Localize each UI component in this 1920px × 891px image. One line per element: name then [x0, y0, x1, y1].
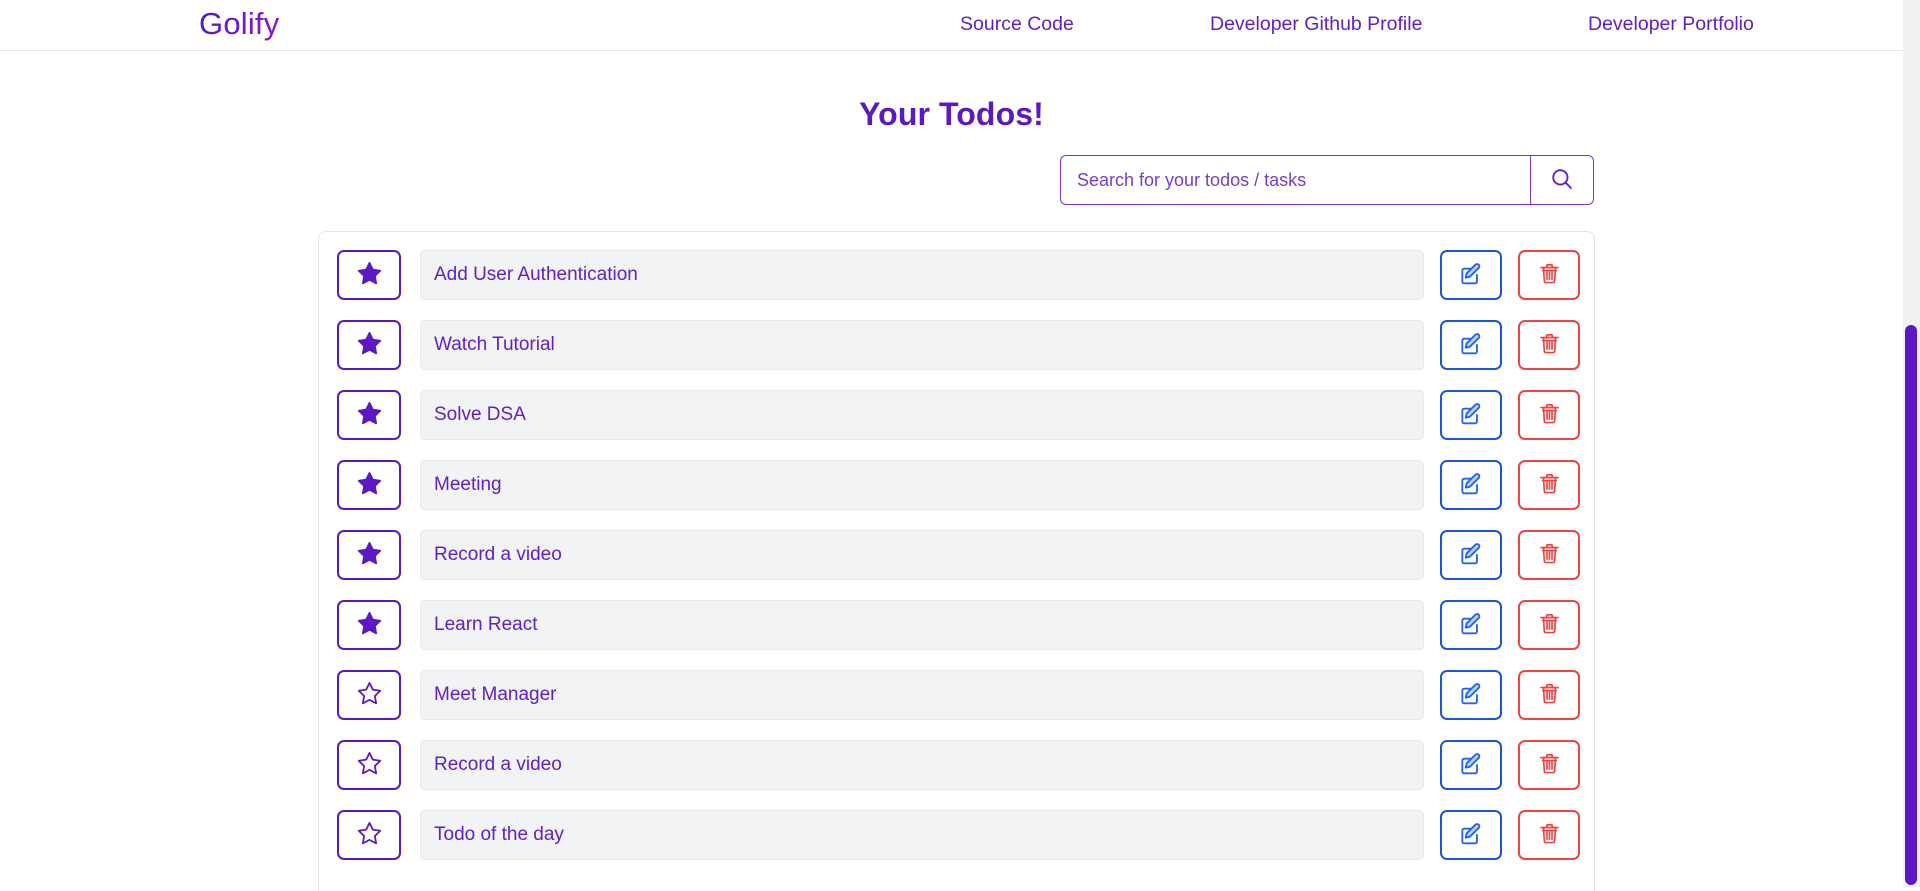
trash-icon: [1537, 611, 1562, 639]
star-icon: [356, 400, 383, 430]
todo-title[interactable]: Todo of the day: [420, 810, 1424, 860]
todo-title[interactable]: Watch Tutorial: [420, 320, 1424, 370]
star-icon: [356, 820, 383, 850]
search-button[interactable]: [1530, 155, 1594, 205]
search-bar: [1060, 155, 1594, 205]
nav-link-developer-portfolio[interactable]: Developer Portfolio: [1588, 0, 1754, 50]
search-icon: [1549, 166, 1575, 195]
nav-link-developer-github-profile[interactable]: Developer Github Profile: [1210, 0, 1422, 50]
star-outline-button[interactable]: [337, 670, 401, 720]
todo-row: Todo of the day: [337, 810, 1580, 860]
todo-list-panel: Add User Authentication Watch Tutorial Sol…: [318, 231, 1595, 891]
delete-todo-button[interactable]: [1518, 320, 1580, 370]
trash-icon: [1537, 471, 1562, 499]
edit-todo-button[interactable]: [1440, 530, 1502, 580]
edit-pencil-icon: [1458, 751, 1484, 780]
trash-icon: [1537, 751, 1562, 779]
todo-title[interactable]: Add User Authentication: [420, 250, 1424, 300]
brand-logo[interactable]: Golify: [199, 0, 279, 50]
star-icon: [356, 610, 383, 640]
todo-row: Watch Tutorial: [337, 320, 1580, 370]
star-icon: [356, 330, 383, 360]
todo-title[interactable]: Meet Manager: [420, 670, 1424, 720]
trash-icon: [1537, 401, 1562, 429]
edit-todo-button[interactable]: [1440, 600, 1502, 650]
edit-pencil-icon: [1458, 541, 1484, 570]
trash-icon: [1537, 681, 1562, 709]
todo-title[interactable]: Record a video: [420, 740, 1424, 790]
edit-pencil-icon: [1458, 471, 1484, 500]
todo-row: Meeting: [337, 460, 1580, 510]
todo-title[interactable]: Record a video: [420, 530, 1424, 580]
edit-pencil-icon: [1458, 681, 1484, 710]
star-icon: [356, 750, 383, 780]
edit-todo-button[interactable]: [1440, 740, 1502, 790]
edit-todo-button[interactable]: [1440, 460, 1502, 510]
trash-icon: [1537, 261, 1562, 289]
edit-pencil-icon: [1458, 611, 1484, 640]
star-icon: [356, 540, 383, 570]
star-filled-button[interactable]: [337, 320, 401, 370]
page-scrollbar-thumb[interactable]: [1905, 325, 1917, 885]
star-filled-button[interactable]: [337, 530, 401, 580]
star-icon: [356, 260, 383, 290]
delete-todo-button[interactable]: [1518, 600, 1580, 650]
star-icon: [356, 470, 383, 500]
edit-todo-button[interactable]: [1440, 250, 1502, 300]
edit-pencil-icon: [1458, 331, 1484, 360]
delete-todo-button[interactable]: [1518, 740, 1580, 790]
edit-todo-button[interactable]: [1440, 390, 1502, 440]
nav-link-source-code[interactable]: Source Code: [960, 0, 1074, 50]
delete-todo-button[interactable]: [1518, 390, 1580, 440]
star-outline-button[interactable]: [337, 740, 401, 790]
star-filled-button[interactable]: [337, 250, 401, 300]
edit-pencil-icon: [1458, 821, 1484, 850]
todo-row: Solve DSA: [337, 390, 1580, 440]
todo-title[interactable]: Solve DSA: [420, 390, 1424, 440]
navbar: Golify Source Code Developer Github Prof…: [0, 0, 1903, 51]
star-filled-button[interactable]: [337, 390, 401, 440]
todo-row: Meet Manager: [337, 670, 1580, 720]
todo-row: Add User Authentication: [337, 250, 1580, 300]
edit-pencil-icon: [1458, 401, 1484, 430]
edit-todo-button[interactable]: [1440, 320, 1502, 370]
delete-todo-button[interactable]: [1518, 250, 1580, 300]
trash-icon: [1537, 541, 1562, 569]
trash-icon: [1537, 331, 1562, 359]
page-title: Your Todos!: [859, 96, 1044, 133]
page-scrollbar[interactable]: [1903, 0, 1920, 887]
star-outline-button[interactable]: [337, 810, 401, 860]
trash-icon: [1537, 821, 1562, 849]
delete-todo-button[interactable]: [1518, 530, 1580, 580]
delete-todo-button[interactable]: [1518, 460, 1580, 510]
star-filled-button[interactable]: [337, 460, 401, 510]
edit-todo-button[interactable]: [1440, 810, 1502, 860]
todo-row: Record a video: [337, 530, 1580, 580]
search-input[interactable]: [1060, 155, 1530, 205]
edit-pencil-icon: [1458, 261, 1484, 290]
delete-todo-button[interactable]: [1518, 670, 1580, 720]
star-filled-button[interactable]: [337, 600, 401, 650]
delete-todo-button[interactable]: [1518, 810, 1580, 860]
todo-title[interactable]: Learn React: [420, 600, 1424, 650]
todo-title[interactable]: Meeting: [420, 460, 1424, 510]
edit-todo-button[interactable]: [1440, 670, 1502, 720]
star-icon: [356, 680, 383, 710]
todo-row: Record a video: [337, 740, 1580, 790]
todo-row: Learn React: [337, 600, 1580, 650]
